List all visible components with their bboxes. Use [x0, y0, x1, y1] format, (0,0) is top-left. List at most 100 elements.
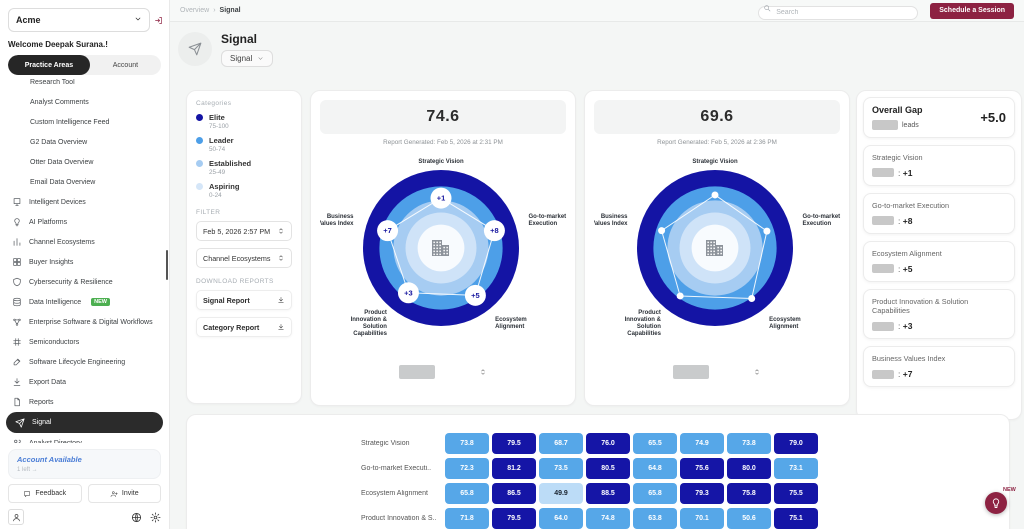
- score-cell[interactable]: 49.9: [539, 483, 583, 504]
- breadcrumb: Overview›Signal: [180, 7, 758, 14]
- score-cell[interactable]: 63.8: [633, 508, 677, 529]
- score-cell[interactable]: 73.8: [727, 433, 771, 454]
- sidebar-item-export-data[interactable]: Export Data: [0, 372, 169, 392]
- sidebar-item-semiconductors[interactable]: Semiconductors: [0, 332, 169, 352]
- date-filter-select[interactable]: Feb 5, 2026 2:57 PM: [196, 221, 292, 241]
- score-cell[interactable]: 80.0: [727, 458, 771, 479]
- main-area: Overview›Signal Schedule a Session Signa…: [170, 0, 1024, 529]
- legend-item-elite[interactable]: Elite75-100: [196, 113, 292, 130]
- sidebar-item-otter-data-overview[interactable]: Otter Data Overview: [0, 152, 169, 172]
- sidebar-item-analyst-directory[interactable]: Analyst Directory: [0, 433, 169, 443]
- chart-stepper[interactable]: [753, 368, 761, 376]
- nodes-icon: [12, 317, 22, 327]
- feedback-button[interactable]: Feedback: [8, 484, 82, 503]
- sidebar-item-signal[interactable]: Signal: [6, 412, 163, 433]
- score-cell[interactable]: 68.7: [539, 433, 583, 454]
- search-input[interactable]: [758, 6, 918, 20]
- sidebar-item-custom-intelligence-feed[interactable]: Custom Intelligence Feed: [0, 112, 169, 132]
- org-selector[interactable]: Acme: [8, 8, 150, 32]
- score-cell[interactable]: 79.5: [492, 508, 536, 529]
- download-signal-report[interactable]: Signal Report: [196, 290, 292, 310]
- sidebar-scrollbar[interactable]: [166, 250, 169, 280]
- tab-account[interactable]: Account: [90, 55, 161, 75]
- sidebar-item-email-data-overview[interactable]: Email Data Overview: [0, 172, 169, 192]
- leads-text: leads: [902, 122, 919, 129]
- score-cell[interactable]: 65.8: [633, 483, 677, 504]
- company-logo-placeholder: [872, 216, 894, 225]
- tab-practice-areas[interactable]: Practice Areas: [8, 55, 90, 75]
- score-cell[interactable]: 50.6: [727, 508, 771, 529]
- sidebar-item-label: Channel Ecosystems: [29, 239, 95, 246]
- gap-card-go-to-market-execution: Go-to-market Execution+8: [863, 193, 1015, 234]
- legend-item-leader[interactable]: Leader50-74: [196, 136, 292, 153]
- score-cell[interactable]: 79.0: [774, 433, 818, 454]
- legend-item-established[interactable]: Established25-49: [196, 159, 292, 176]
- score-cell[interactable]: 73.8: [445, 433, 489, 454]
- table-row-go-to-market-executi: Go-to-market Executi..72.381.273.580.564…: [187, 458, 1009, 479]
- score-cell[interactable]: 65.5: [633, 433, 677, 454]
- logout-icon[interactable]: [154, 16, 163, 25]
- radar-chart: +1+8+5+3+7Strategic VisionGo-to-marketEx…: [320, 148, 568, 364]
- table-row-strategic-vision: Strategic Vision73.879.568.776.065.574.9…: [187, 433, 1009, 454]
- score-cell[interactable]: 64.8: [633, 458, 677, 479]
- sidebar-item-buyer-insights[interactable]: Buyer Insights: [0, 252, 169, 272]
- sidebar-item-channel-ecosystems[interactable]: Channel Ecosystems: [0, 232, 169, 252]
- score-cell[interactable]: 81.2: [492, 458, 536, 479]
- score-cell[interactable]: 65.8: [445, 483, 489, 504]
- account-available-box[interactable]: Account Available 1 left →: [8, 449, 161, 479]
- invite-label: Invite: [122, 490, 139, 497]
- score-cell[interactable]: 75.6: [680, 458, 724, 479]
- score-cell[interactable]: 72.3: [445, 458, 489, 479]
- sidebar-item-reports[interactable]: Reports: [0, 392, 169, 412]
- breadcrumb-overview[interactable]: Overview: [180, 7, 209, 14]
- svg-text:+8: +8: [490, 226, 499, 235]
- sidebar-item-label: Buyer Insights: [29, 259, 73, 266]
- announcements-button[interactable]: [985, 492, 1007, 514]
- sidebar-item-data-intelligence[interactable]: Data IntelligenceNEW: [0, 292, 169, 312]
- invite-button[interactable]: Invite: [88, 484, 162, 503]
- score-cell[interactable]: 76.0: [586, 433, 630, 454]
- updown-icon: [277, 227, 285, 235]
- score-cell[interactable]: 75.1: [774, 508, 818, 529]
- legend-item-aspiring[interactable]: Aspiring0-24: [196, 182, 292, 199]
- score-cell[interactable]: 74.8: [586, 508, 630, 529]
- download-category-report[interactable]: Category Report: [196, 317, 292, 337]
- score-cell[interactable]: 86.5: [492, 483, 536, 504]
- company-logo-placeholder: [872, 264, 894, 273]
- bulb-icon: [990, 497, 1002, 509]
- gear-icon[interactable]: [150, 512, 161, 523]
- profile-button[interactable]: [8, 509, 24, 525]
- overall-score: 74.6: [320, 100, 566, 134]
- score-cell[interactable]: 74.9: [680, 433, 724, 454]
- score-cell[interactable]: 73.1: [774, 458, 818, 479]
- topbar: Overview›Signal Schedule a Session: [170, 0, 1024, 22]
- sidebar-item-g2-data-overview[interactable]: G2 Data Overview: [0, 132, 169, 152]
- sidebar-item-intelligent-devices[interactable]: Intelligent Devices: [0, 192, 169, 212]
- sidebar-item-analyst-comments[interactable]: Analyst Comments: [0, 92, 169, 112]
- category-filter-select[interactable]: Channel Ecosystems: [196, 248, 292, 268]
- score-cell[interactable]: 80.5: [586, 458, 630, 479]
- globe-icon[interactable]: [131, 512, 142, 523]
- score-cell[interactable]: 75.8: [727, 483, 771, 504]
- sidebar-item-ai-platforms[interactable]: AI Platforms: [0, 212, 169, 232]
- score-cell[interactable]: 70.1: [680, 508, 724, 529]
- row-label: Ecosystem Alignment: [361, 490, 445, 497]
- score-cell[interactable]: 71.8: [445, 508, 489, 529]
- sidebar-item-software-lifecycle-engineering[interactable]: Software Lifecycle Engineering: [0, 352, 169, 372]
- score-cell[interactable]: 73.5: [539, 458, 583, 479]
- sidebar-item-research-tool[interactable]: Research Tool: [0, 79, 169, 92]
- score-cell[interactable]: 75.5: [774, 483, 818, 504]
- sidebar-item-label: Data Intelligence: [29, 299, 81, 306]
- schedule-session-button[interactable]: Schedule a Session: [930, 3, 1014, 19]
- chevron-down-icon: [134, 15, 142, 25]
- sidebar-item-cybersecurity-resilience[interactable]: Cybersecurity & Resilience: [0, 272, 169, 292]
- gap-metric-label: Business Values Index: [872, 354, 1006, 364]
- sidebar-item-label: Reports: [29, 399, 54, 406]
- score-cell[interactable]: 79.3: [680, 483, 724, 504]
- score-cell[interactable]: 79.5: [492, 433, 536, 454]
- score-cell[interactable]: 64.0: [539, 508, 583, 529]
- score-cell[interactable]: 88.5: [586, 483, 630, 504]
- chart-stepper[interactable]: [479, 368, 487, 376]
- signal-selector[interactable]: Signal: [221, 50, 273, 67]
- sidebar-item-enterprise-software-digital-workflows[interactable]: Enterprise Software & Digital Workflows: [0, 312, 169, 332]
